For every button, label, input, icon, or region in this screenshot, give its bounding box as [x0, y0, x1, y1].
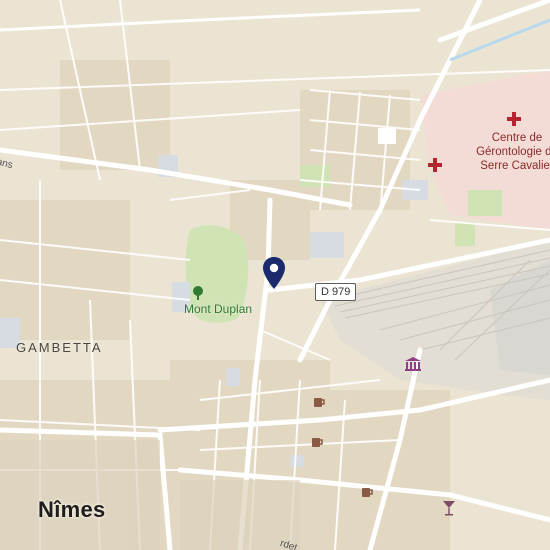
cafe-icon[interactable]	[360, 485, 374, 499]
road-shield: D 979	[315, 283, 357, 301]
location-pin-icon[interactable]	[262, 256, 286, 290]
bar-icon[interactable]	[442, 500, 456, 516]
hospital-icon[interactable]	[426, 156, 444, 174]
cafe-icon[interactable]	[312, 395, 326, 409]
tree-icon[interactable]	[191, 286, 205, 300]
hospital-label[interactable]: Centre de Gérontologie de Serre Cavalier	[472, 131, 550, 173]
map-view[interactable]: ians rdet GAMBETTA Nîmes Mont Duplan Cen…	[0, 0, 550, 550]
cafe-icon[interactable]	[310, 435, 324, 449]
hospital-icon[interactable]	[505, 110, 523, 128]
museum-icon[interactable]	[404, 356, 422, 372]
city-label: Nîmes	[38, 497, 106, 522]
district-label: GAMBETTA	[16, 340, 103, 355]
park-label[interactable]: Mont Duplan	[184, 302, 252, 316]
